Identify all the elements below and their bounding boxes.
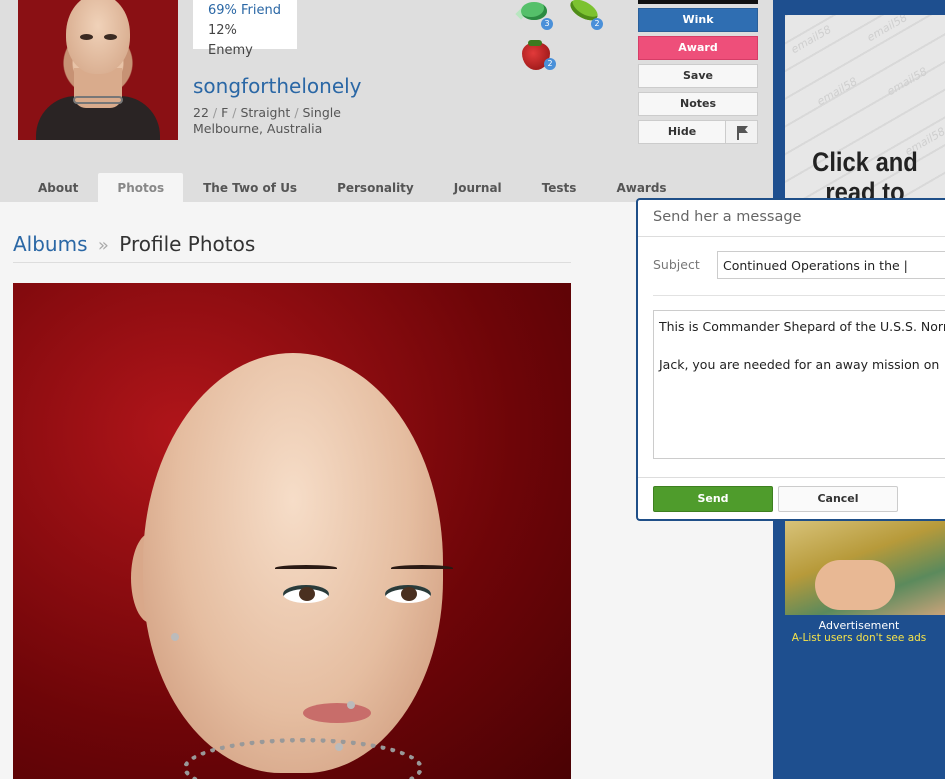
gift-count-badge: 2	[544, 58, 556, 70]
ad-upgrade-note[interactable]: A-List users don't see ads	[773, 632, 945, 644]
ad-watermark: email58	[884, 64, 930, 99]
profile-status: Single	[302, 105, 341, 120]
top-action-strip[interactable]	[638, 0, 758, 4]
profile-username[interactable]: songforthelonely	[193, 74, 362, 98]
gift-count-badge: 3	[541, 18, 553, 30]
wink-button[interactable]: Wink	[638, 8, 758, 32]
breadcrumb-separator: »	[97, 235, 109, 256]
profile-gender: F	[221, 105, 229, 120]
ad-watermark: email58	[864, 15, 910, 45]
profile-age: 22	[193, 105, 209, 120]
match-scores: 69% Friend 12% Enemy	[193, 0, 297, 58]
tab-photos[interactable]: Photos	[98, 173, 184, 202]
cancel-button[interactable]: Cancel	[778, 486, 898, 512]
profile-tabs: About Photos The Two of Us Personality J…	[18, 173, 687, 202]
tab-personality[interactable]: Personality	[317, 173, 434, 202]
profile-actions: Wink Award Save Notes Hide	[638, 0, 758, 144]
ad-label: Advertisement	[818, 619, 900, 632]
breadcrumb-divider	[13, 262, 571, 263]
breadcrumb: Albums » Profile Photos	[13, 232, 255, 256]
subject-label: Subject	[653, 257, 700, 272]
send-message-dialog: Send her a message Subject Continued Ope…	[636, 198, 945, 521]
tab-about[interactable]: About	[18, 173, 98, 202]
enemy-percentage: 12% Enemy	[208, 23, 253, 58]
notes-button[interactable]: Notes	[638, 92, 758, 116]
tab-the-two-of-us[interactable]: The Two of Us	[183, 173, 317, 202]
profile-header: 69% Friend 12% Enemy songforthelonely 22…	[0, 0, 773, 202]
save-button[interactable]: Save	[638, 64, 758, 88]
message-body-textarea[interactable]: This is Commander Shepard of the U.S.S. …	[653, 310, 945, 459]
tab-tests[interactable]: Tests	[522, 173, 597, 202]
ad-watermark: email58	[788, 22, 834, 57]
report-flag-icon[interactable]	[726, 120, 758, 144]
send-button[interactable]: Send	[653, 486, 773, 512]
peas-gift-icon[interactable]: 2	[567, 0, 603, 30]
profile-avatar[interactable]	[18, 0, 178, 140]
subject-input[interactable]: Continued Operations in the |	[717, 251, 945, 279]
friend-percentage[interactable]: 69% Friend	[208, 1, 282, 21]
ad-money-image[interactable]	[785, 520, 945, 615]
profile-location: Melbourne, Australia	[193, 121, 323, 136]
candy-gift-icon[interactable]: 3	[515, 0, 553, 30]
award-button[interactable]: Award	[638, 36, 758, 60]
profile-photo[interactable]	[13, 283, 571, 779]
hide-button[interactable]: Hide	[638, 120, 726, 144]
strawberry-gift-icon[interactable]: 2	[520, 40, 556, 70]
message-dialog-title: Send her a message	[653, 209, 802, 225]
breadcrumb-current: Profile Photos	[119, 232, 256, 256]
ad-watermark: email58	[814, 74, 860, 109]
breadcrumb-albums-link[interactable]: Albums	[13, 232, 88, 256]
profile-orientation: Straight	[240, 105, 291, 120]
tab-journal[interactable]: Journal	[434, 173, 522, 202]
profile-details: 22 / F / Straight / Single Melbourne, Au…	[193, 105, 341, 136]
gift-count-badge: 2	[591, 18, 603, 30]
